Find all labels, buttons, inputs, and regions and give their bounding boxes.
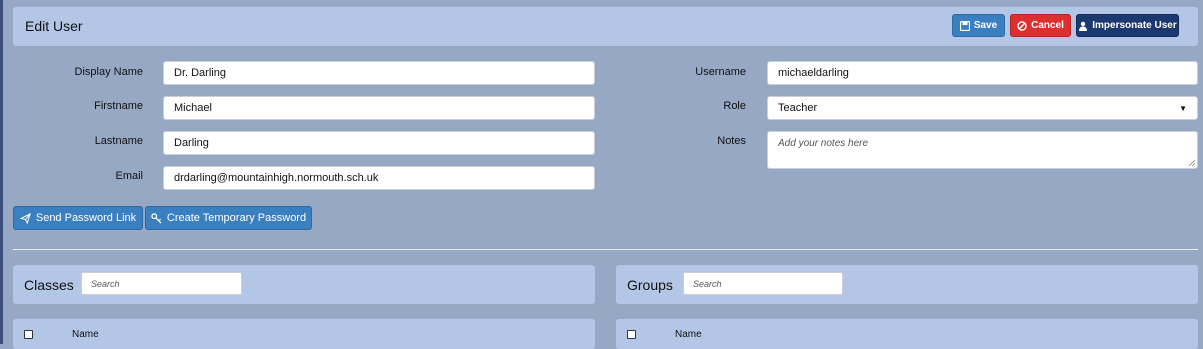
notes-placeholder: Add your notes here bbox=[778, 138, 869, 149]
role-select[interactable]: Teacher ▼ bbox=[767, 96, 1198, 120]
save-button[interactable]: Save bbox=[952, 14, 1005, 37]
create-temporary-password-button[interactable]: Create Temporary Password bbox=[145, 206, 312, 230]
groups-select-all-checkbox[interactable] bbox=[627, 330, 636, 339]
groups-search-input[interactable]: Search bbox=[683, 272, 843, 295]
key-icon bbox=[151, 212, 162, 224]
section-divider bbox=[13, 249, 1198, 250]
left-edge-bar bbox=[0, 0, 3, 344]
firstname-label: Firstname bbox=[94, 100, 143, 112]
classes-search-input[interactable]: Search bbox=[81, 272, 242, 295]
classes-panel: Classes Search bbox=[13, 265, 595, 304]
ban-icon bbox=[1017, 20, 1027, 31]
resize-handle-icon[interactable] bbox=[1189, 160, 1195, 166]
cancel-button[interactable]: Cancel bbox=[1010, 14, 1071, 37]
paper-plane-icon bbox=[19, 212, 31, 224]
classes-select-all-checkbox[interactable] bbox=[24, 330, 33, 339]
role-selected-value: Teacher bbox=[778, 102, 818, 114]
display-name-label: Display Name bbox=[74, 66, 143, 78]
user-secret-icon bbox=[1079, 21, 1088, 31]
notes-label: Notes bbox=[717, 135, 746, 147]
role-label: Role bbox=[723, 100, 746, 112]
username-label: Username bbox=[695, 66, 746, 78]
impersonate-label: Impersonate User bbox=[1092, 20, 1177, 31]
groups-panel: Groups Search bbox=[616, 265, 1198, 304]
groups-title: Groups bbox=[627, 277, 673, 293]
groups-name-column-header[interactable]: Name bbox=[675, 329, 702, 340]
dropdown-arrow-icon: ▼ bbox=[1179, 103, 1187, 113]
classes-name-column-header[interactable]: Name bbox=[72, 329, 99, 340]
send-password-link-button[interactable]: Send Password Link bbox=[13, 206, 143, 230]
send-password-link-label: Send Password Link bbox=[35, 212, 137, 224]
cancel-label: Cancel bbox=[1031, 20, 1064, 31]
email-field[interactable]: drdarling@mountainhigh.normouth.sch.uk bbox=[163, 166, 595, 190]
page-title: Edit User bbox=[25, 18, 83, 34]
save-label: Save bbox=[973, 20, 998, 31]
create-temporary-password-label: Create Temporary Password bbox=[166, 212, 307, 224]
impersonate-user-button[interactable]: Impersonate User bbox=[1076, 14, 1179, 37]
floppy-disk-icon bbox=[959, 20, 970, 31]
groups-table-header: Name bbox=[616, 319, 1198, 349]
firstname-input[interactable]: Michael bbox=[163, 96, 595, 120]
notes-textarea[interactable]: Add your notes here bbox=[767, 131, 1198, 169]
lastname-input[interactable]: Darling bbox=[163, 131, 595, 155]
display-name-input[interactable]: Dr. Darling bbox=[163, 61, 595, 85]
lastname-label: Lastname bbox=[94, 135, 143, 147]
edit-user-header: Edit User Save Cancel Impersonate User bbox=[13, 7, 1198, 46]
classes-table-header: Name bbox=[13, 319, 595, 349]
email-label: Email bbox=[115, 170, 143, 182]
username-input[interactable]: michaeldarling bbox=[767, 61, 1198, 85]
classes-title: Classes bbox=[24, 277, 74, 293]
